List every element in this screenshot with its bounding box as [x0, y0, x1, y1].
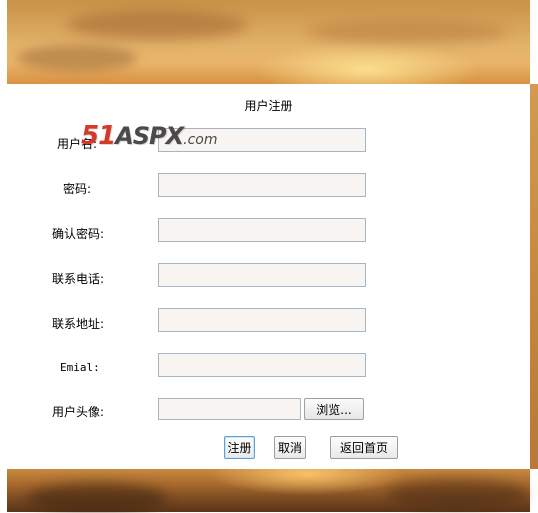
cloud-shape: [27, 483, 167, 513]
background-image-top: [7, 0, 530, 84]
background-image-bottom: [7, 469, 530, 513]
cloud-shape: [387, 479, 527, 509]
confirm-password-label: 确认密码:: [52, 227, 105, 241]
registration-panel: 用户注册 用户名: 密码: 确认密码: 联系电话: 联系地址: Emial: 用…: [7, 84, 530, 469]
password-label: 密码:: [63, 182, 92, 196]
address-input[interactable]: [158, 308, 366, 332]
site-watermark-logo: 51ASPX.com: [81, 121, 218, 155]
confirm-password-input[interactable]: [158, 218, 366, 242]
browse-button[interactable]: 浏览...: [304, 398, 364, 420]
email-input[interactable]: [158, 353, 366, 377]
avatar-label: 用户头像:: [52, 405, 105, 419]
form-title: 用户注册: [244, 99, 293, 113]
back-to-home-button[interactable]: 返回首页: [330, 436, 398, 459]
address-label: 联系地址:: [52, 317, 105, 331]
watermark-suffix: .com: [183, 132, 218, 148]
avatar-file-path-input[interactable]: [158, 398, 301, 420]
phone-label: 联系电话:: [52, 272, 105, 286]
watermark-brand: ASPX: [115, 122, 184, 150]
watermark-number: 51: [81, 121, 116, 151]
cloud-shape: [67, 10, 247, 40]
cloud-shape: [307, 20, 507, 44]
cancel-button[interactable]: 取消: [274, 436, 306, 459]
register-button[interactable]: 注册: [224, 436, 255, 459]
email-label: Emial:: [60, 361, 100, 374]
password-input[interactable]: [158, 173, 366, 197]
phone-input[interactable]: [158, 263, 366, 287]
background-image-right: [530, 84, 538, 469]
cloud-shape: [17, 45, 137, 71]
